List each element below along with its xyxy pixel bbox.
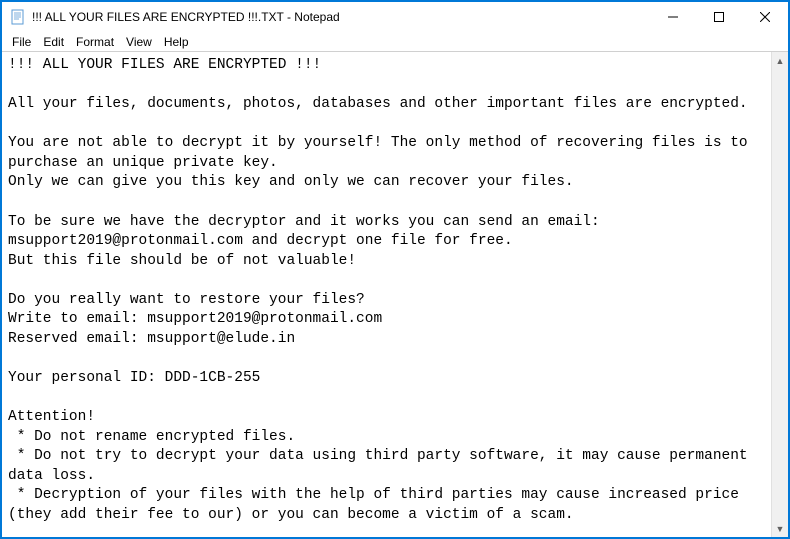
text-content[interactable]: !!! ALL YOUR FILES ARE ENCRYPTED !!! All…	[2, 52, 771, 537]
vertical-scrollbar[interactable]: ▲ ▼	[771, 52, 788, 537]
close-button[interactable]	[742, 2, 788, 32]
content-area: !!! ALL YOUR FILES ARE ENCRYPTED !!! All…	[2, 52, 788, 537]
menubar: File Edit Format View Help	[2, 32, 788, 52]
menu-file[interactable]: File	[6, 33, 37, 51]
notepad-window: !!! ALL YOUR FILES ARE ENCRYPTED !!!.TXT…	[0, 0, 790, 539]
minimize-button[interactable]	[650, 2, 696, 32]
notepad-icon	[10, 9, 26, 25]
window-title: !!! ALL YOUR FILES ARE ENCRYPTED !!!.TXT…	[32, 10, 650, 24]
menu-help[interactable]: Help	[158, 33, 195, 51]
window-controls	[650, 2, 788, 32]
menu-edit[interactable]: Edit	[37, 33, 70, 51]
titlebar[interactable]: !!! ALL YOUR FILES ARE ENCRYPTED !!!.TXT…	[2, 2, 788, 32]
scroll-track[interactable]	[772, 69, 788, 520]
menu-view[interactable]: View	[120, 33, 158, 51]
menu-format[interactable]: Format	[70, 33, 120, 51]
maximize-button[interactable]	[696, 2, 742, 32]
scroll-down-button[interactable]: ▼	[772, 520, 788, 537]
scroll-up-button[interactable]: ▲	[772, 52, 788, 69]
